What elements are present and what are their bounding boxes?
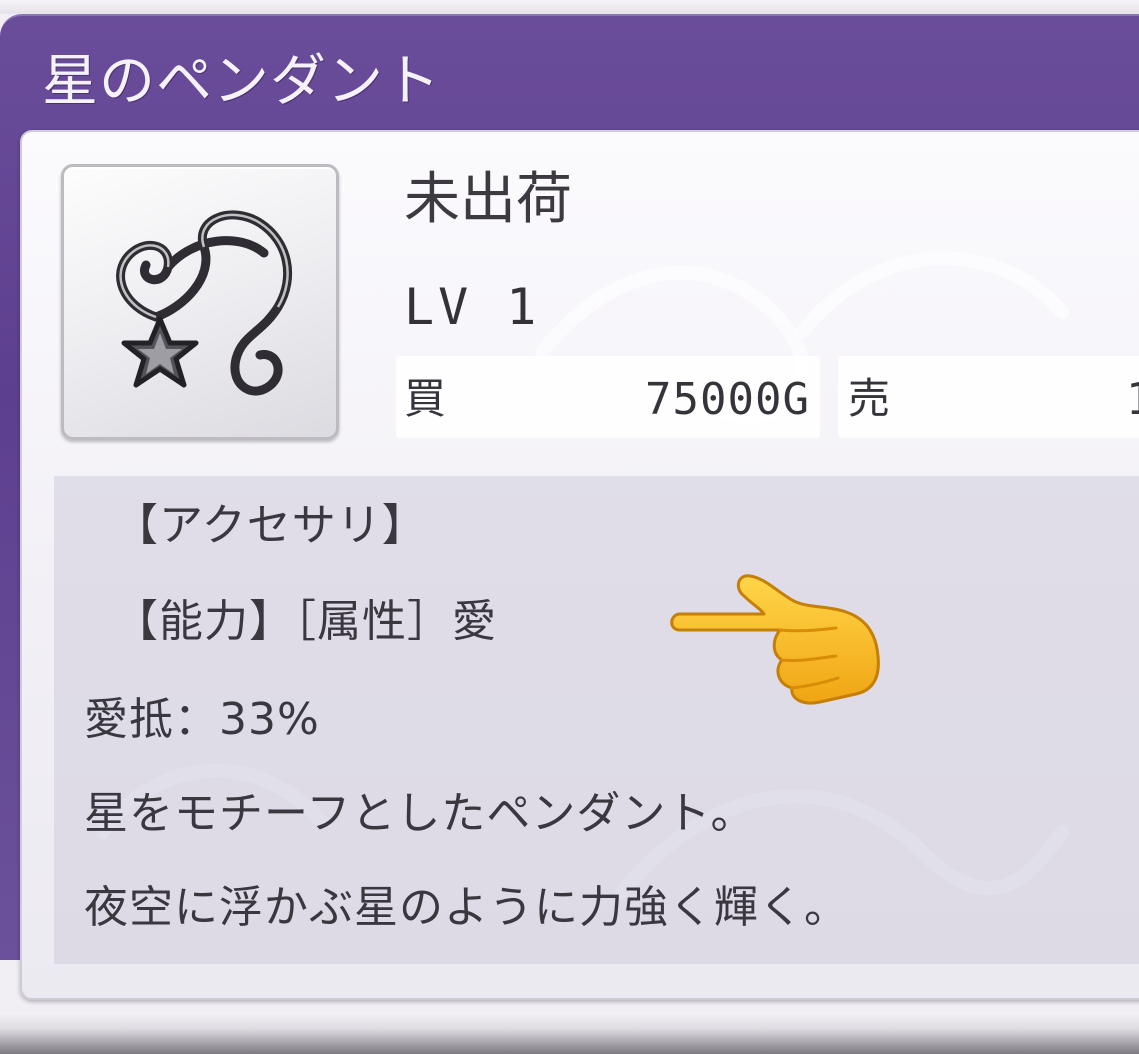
pointing-hand-emoji xyxy=(670,574,880,705)
buy-price: 75000G xyxy=(645,374,810,425)
item-level: LV 1 xyxy=(404,278,541,336)
sell-price: 1 xyxy=(1126,378,1139,422)
sell-price-box: 売 1 xyxy=(838,356,1139,438)
item-icon-frame xyxy=(61,164,339,440)
buy-label: 買 xyxy=(404,374,447,423)
item-category: 【アクセサリ】 xyxy=(114,500,427,551)
item-info-screen: 星のペンダント 未出荷 LV 1 買 75000G 売 【アクセサリ】 【能力】… xyxy=(0,0,1139,1054)
item-resistance: 愛抵：33% xyxy=(84,694,320,745)
item-ability: 【能力】［属性］愛 xyxy=(114,596,497,647)
buy-price-box: 買 75000G xyxy=(396,356,820,438)
item-name-title: 星のペンダント xyxy=(42,49,441,114)
star-pendant-icon xyxy=(116,210,293,396)
description-line-1: 星をモチーフとしたペンダント。 xyxy=(84,788,756,839)
top-strip xyxy=(0,0,1139,14)
item-detail-panel: 未出荷 LV 1 買 75000G 売 1 【アクセサリ】 【能力】［属性］愛 … xyxy=(20,130,1139,1000)
item-description-box: 【アクセサリ】 【能力】［属性］愛 愛抵：33% 星をモチーフとしたペンダント。… xyxy=(54,476,1139,964)
bottom-bar xyxy=(0,1012,1139,1054)
shipment-status: 未出荷 xyxy=(404,167,572,232)
sell-label: 売 xyxy=(848,374,891,423)
description-line-2: 夜空に浮かぶ星のように力強く輝く。 xyxy=(84,882,849,933)
